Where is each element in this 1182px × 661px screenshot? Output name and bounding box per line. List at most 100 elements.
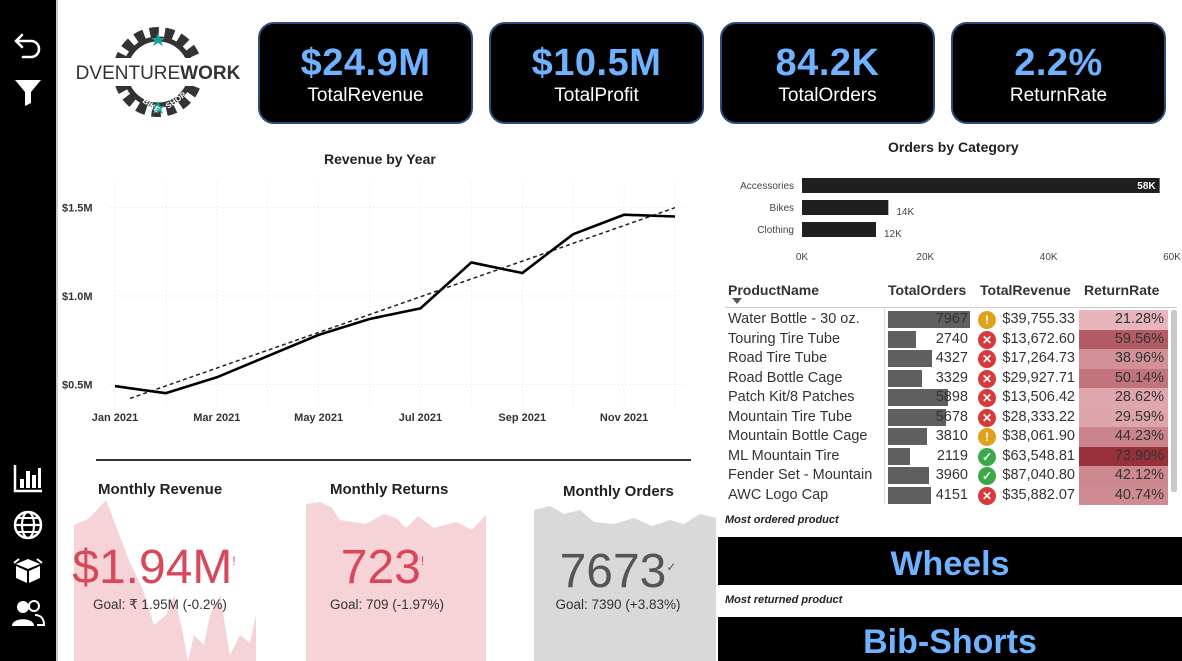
return-rate-cell: 28.62% <box>1079 388 1168 408</box>
orders-value: 2740 <box>935 330 968 347</box>
table-scrollbar[interactable] <box>1171 310 1177 492</box>
kpi-card-total-revenue[interactable]: $24.9M TotalRevenue <box>258 22 473 124</box>
rail-divider <box>56 0 58 661</box>
orders-value: 5898 <box>935 389 968 405</box>
kpi-value: 2.2% <box>1014 42 1103 84</box>
revenue-data-point[interactable] <box>163 391 168 396</box>
total-revenue-cell: $87,040.80 <box>1002 467 1075 483</box>
return-rate-cell: 42.12% <box>1079 466 1168 486</box>
product-name-cell: Patch Kit/8 Patches <box>728 389 855 405</box>
table-row[interactable]: Water Bottle - 30 oz. 7967! $39,755.33 21.2… <box>725 310 1177 330</box>
revenue-data-point[interactable] <box>418 306 423 311</box>
revenue-data-point[interactable] <box>469 260 474 265</box>
error-x-icon: ✕ <box>978 389 996 407</box>
table-row[interactable]: AWC Logo Cap 4151 ✕ $35,882.07 40.74% <box>725 485 1177 505</box>
table-row[interactable]: Road Tire Tube 4327 ✕ $17,264.73 38.96% <box>725 349 1177 369</box>
orders-data-bar <box>888 486 931 504</box>
total-orders-cell: 5678 <box>888 408 970 428</box>
revenue-data-point[interactable] <box>622 212 627 217</box>
total-orders-cell: 3329 <box>888 369 970 389</box>
error-x-icon: ✕ <box>978 486 996 505</box>
monthly-revenue-title: Monthly Revenue <box>98 481 223 498</box>
revenue-data-point[interactable] <box>316 332 321 337</box>
category-label: Bikes <box>770 203 794 214</box>
most-ordered-label: Most ordered product <box>725 514 839 526</box>
orders-by-category-title: Orders by Category <box>888 139 1019 155</box>
error-x-icon: ✕ <box>978 350 996 368</box>
orders-data-bar <box>888 369 923 387</box>
total-orders-cell: 7967 <box>888 310 970 330</box>
table-row[interactable]: Road Bottle Cage 3329 ✕ $29,927.71 50.14% <box>725 368 1177 389</box>
return-rate-cell: 59.56% <box>1079 329 1168 349</box>
category-label: Clothing <box>757 225 794 236</box>
orders-value: 7967 <box>935 311 968 327</box>
category-label: Accessories <box>740 181 794 192</box>
x-tick-label: 60K <box>1163 252 1181 263</box>
col-header-returnrate[interactable]: ReturnRate <box>1084 282 1159 304</box>
orders-category-bar-chart[interactable]: Accessories 58K Bikes 14K Clothing 12K 0K 20K 40… <box>720 170 1182 268</box>
bar-data-label: 14K <box>896 207 914 218</box>
table-row[interactable]: ML Mountain Tire 2119 ✓ $63,548.81 73.90% <box>725 446 1177 467</box>
warning-icon: ! <box>978 311 996 329</box>
header-divider <box>725 307 1177 308</box>
total-revenue-cell: $35,882.07 <box>1002 486 1075 503</box>
revenue-data-point[interactable] <box>520 271 525 276</box>
kpi-label: ReturnRate <box>1009 85 1108 106</box>
table-row[interactable]: Touring Tire Tube 2740 ✕ $13,672.60 59.56% <box>725 329 1177 349</box>
total-orders-cell: 5898 <box>888 388 970 408</box>
table-row[interactable]: Fender Set - Mountain 3960 ✓ $87,040.80 42.1… <box>725 466 1177 486</box>
return-rate-cell: 21.28% <box>1079 310 1168 330</box>
kpi-label: TotalOrders <box>778 85 877 106</box>
filter-icon[interactable] <box>8 72 48 112</box>
orders-value: 3960 <box>935 467 968 483</box>
status-cell: ✕ <box>978 369 998 389</box>
section-divider <box>96 459 691 461</box>
col-header-productname[interactable]: ProductName <box>728 282 819 304</box>
orders-data-bar <box>888 428 928 445</box>
orders-value: 3329 <box>935 369 968 386</box>
product-name-cell: AWC Logo Cap <box>728 486 829 503</box>
total-revenue-cell: $13,672.60 <box>1002 330 1075 347</box>
table-row[interactable]: Mountain Bottle Cage 3810! $38,061.90 44.23… <box>725 427 1177 447</box>
table-row[interactable]: Mountain Tire Tube 5678 ✕ $28,333.22 29.59% <box>725 407 1177 428</box>
orders-value: 4327 <box>935 350 968 366</box>
bar-chart-icon[interactable] <box>8 458 48 498</box>
revenue-data-point[interactable] <box>214 375 219 380</box>
revenue-data-point[interactable] <box>673 214 678 219</box>
monthly-returns-title: Monthly Returns <box>330 481 449 498</box>
status-cell: ✕ <box>978 388 998 408</box>
kpi-card-total-profit[interactable]: $10.5M TotalProfit <box>489 22 704 124</box>
revenue-series-line[interactable] <box>114 213 676 395</box>
total-orders-cell: 2119 <box>888 447 970 467</box>
people-icon[interactable] <box>8 594 48 634</box>
revenue-data-point[interactable] <box>265 354 270 359</box>
svg-text:ADVENTUREWORKS: ADVENTUREWORKS <box>76 63 241 84</box>
table-row[interactable]: Patch Kit/8 Patches 5898 ✕ $13,506.42 28.62% <box>725 388 1177 408</box>
col-header-totalorders[interactable]: TotalOrders <box>888 282 966 304</box>
category-bar[interactable] <box>802 200 889 215</box>
monthly-orders-goal: Goal: 7390 (+3.83%) <box>555 597 681 612</box>
bar-data-label: 12K <box>884 229 902 240</box>
revenue-by-year-title: Revenue by Year <box>324 151 436 167</box>
x-tick-label: Jul 2021 <box>399 412 442 424</box>
monthly-returns-value: 723! <box>340 541 425 594</box>
kpi-card-total-orders[interactable]: 84.2K TotalOrders <box>720 22 935 124</box>
back-arrow-icon[interactable] <box>8 24 48 64</box>
revenue-line-chart[interactable]: $0.5M $1.0M $1.5M Jan 2021 Mar 2021 May 2021 J… <box>60 170 700 435</box>
revenue-data-point[interactable] <box>367 316 372 321</box>
most-returned-value: Bib-Shorts <box>863 623 1037 661</box>
globe-icon[interactable] <box>8 505 48 545</box>
dashboard: ADVENTUREWORKS BIKE SHOP $24.9M TotalRev… <box>0 0 1182 661</box>
product-name-cell: Road Bottle Cage <box>728 369 843 386</box>
box-icon[interactable] <box>8 550 48 590</box>
total-revenue-cell: $13,506.42 <box>1002 389 1075 405</box>
kpi-card-return-rate[interactable]: 2.2% ReturnRate <box>951 22 1166 124</box>
revenue-data-point[interactable] <box>113 384 118 389</box>
col-header-totalrevenue[interactable]: TotalRevenue <box>980 282 1071 304</box>
product-name-cell: Fender Set - Mountain <box>728 467 873 483</box>
category-bar[interactable] <box>802 178 1160 193</box>
revenue-data-point[interactable] <box>571 232 576 237</box>
product-name-cell: ML Mountain Tire <box>728 447 840 464</box>
category-bar[interactable] <box>802 222 876 237</box>
x-tick-label: Jan 2021 <box>92 412 138 424</box>
